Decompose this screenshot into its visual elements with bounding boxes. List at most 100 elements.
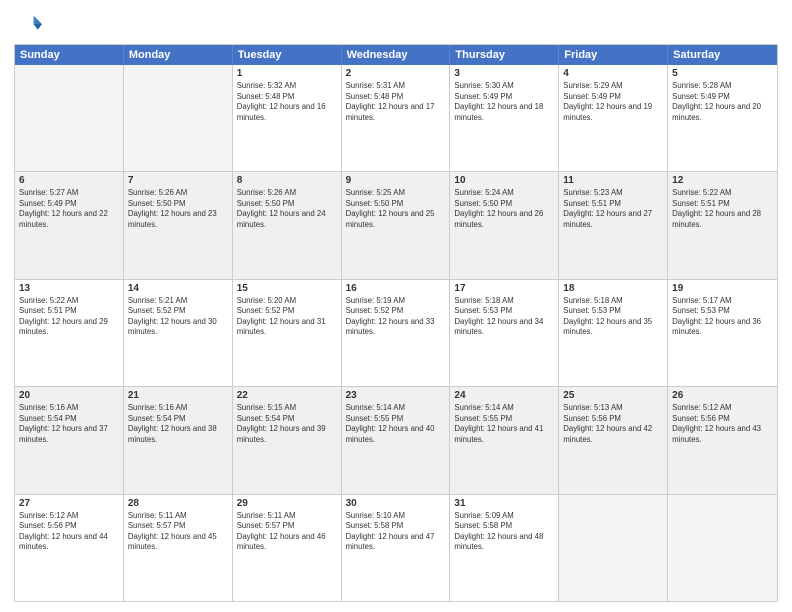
day-number: 23 <box>346 390 446 401</box>
cell-content: Sunrise: 5:10 AMSunset: 5:58 PMDaylight:… <box>346 511 446 553</box>
calendar-cell: 31 Sunrise: 5:09 AMSunset: 5:58 PMDayligh… <box>450 495 559 601</box>
calendar-cell: 14 Sunrise: 5:21 AMSunset: 5:52 PMDayligh… <box>124 280 233 386</box>
calendar-cell: 11 Sunrise: 5:23 AMSunset: 5:51 PMDayligh… <box>559 172 668 278</box>
calendar-cell <box>124 65 233 171</box>
calendar-row: 1 Sunrise: 5:32 AMSunset: 5:48 PMDaylight… <box>15 65 777 171</box>
day-number: 29 <box>237 498 337 509</box>
day-number: 27 <box>19 498 119 509</box>
calendar-cell <box>668 495 777 601</box>
day-number: 3 <box>454 68 554 79</box>
calendar-cell: 25Sunrise: 5:13 AMSunset: 5:56 PMDayligh… <box>559 387 668 493</box>
calendar-cell <box>559 495 668 601</box>
calendar-cell: 29 Sunrise: 5:11 AMSunset: 5:57 PMDayligh… <box>233 495 342 601</box>
day-number: 30 <box>346 498 446 509</box>
cell-content: Sunrise: 5:24 AMSunset: 5:50 PMDaylight:… <box>454 188 554 230</box>
calendar-cell: 26 Sunrise: 5:12 AMSunset: 5:56 PMDayligh… <box>668 387 777 493</box>
weekday-header: Friday <box>559 45 668 65</box>
cell-content: Sunrise: 5:19 AMSunset: 5:52 PMDaylight:… <box>346 296 446 338</box>
cell-content: Sunrise: 5:14 AMSunset: 5:55 PMDaylight:… <box>454 403 554 445</box>
day-number: 26 <box>672 390 773 401</box>
cell-content: Sunrise: 5:23 AMSunset: 5:51 PMDaylight:… <box>563 188 663 230</box>
cell-content: Sunrise: 5:17 AMSunset: 5:53 PMDaylight:… <box>672 296 773 338</box>
day-number: 6 <box>19 175 119 186</box>
cell-content: Sunrise: 5:25 AMSunset: 5:50 PMDaylight:… <box>346 188 446 230</box>
cell-content: Sunrise: 5:26 AMSunset: 5:50 PMDaylight:… <box>128 188 228 230</box>
day-number: 11 <box>563 175 663 186</box>
cell-content: Sunrise: 5:20 AMSunset: 5:52 PMDaylight:… <box>237 296 337 338</box>
weekday-header: Tuesday <box>233 45 342 65</box>
calendar-cell: 9 Sunrise: 5:25 AMSunset: 5:50 PMDaylight… <box>342 172 451 278</box>
day-number: 2 <box>346 68 446 79</box>
calendar-cell: 3 Sunrise: 5:30 AMSunset: 5:49 PMDaylight… <box>450 65 559 171</box>
calendar-cell: 4 Sunrise: 5:29 AMSunset: 5:49 PMDaylight… <box>559 65 668 171</box>
day-number: 14 <box>128 283 228 294</box>
day-number: 5 <box>672 68 773 79</box>
calendar-row: 27 Sunrise: 5:12 AMSunset: 5:56 PMDayligh… <box>15 494 777 601</box>
day-number: 18 <box>563 283 663 294</box>
calendar-cell: 8 Sunrise: 5:26 AMSunset: 5:50 PMDaylight… <box>233 172 342 278</box>
day-number: 1 <box>237 68 337 79</box>
calendar-cell: 2 Sunrise: 5:31 AMSunset: 5:48 PMDaylight… <box>342 65 451 171</box>
day-number: 9 <box>346 175 446 186</box>
cell-content: Sunrise: 5:22 AMSunset: 5:51 PMDaylight:… <box>672 188 773 230</box>
day-number: 24 <box>454 390 554 401</box>
logo <box>14 10 46 38</box>
cell-content: Sunrise: 5:18 AMSunset: 5:53 PMDaylight:… <box>454 296 554 338</box>
calendar-cell: 15 Sunrise: 5:20 AMSunset: 5:52 PMDayligh… <box>233 280 342 386</box>
calendar-cell <box>15 65 124 171</box>
cell-content: Sunrise: 5:16 AMSunset: 5:54 PMDaylight:… <box>128 403 228 445</box>
day-number: 19 <box>672 283 773 294</box>
calendar-cell: 10Sunrise: 5:24 AMSunset: 5:50 PMDayligh… <box>450 172 559 278</box>
calendar-cell: 20 Sunrise: 5:16 AMSunset: 5:54 PMDayligh… <box>15 387 124 493</box>
calendar-cell: 16 Sunrise: 5:19 AMSunset: 5:52 PMDayligh… <box>342 280 451 386</box>
cell-content: Sunrise: 5:15 AMSunset: 5:54 PMDaylight:… <box>237 403 337 445</box>
calendar-row: 6 Sunrise: 5:27 AMSunset: 5:49 PMDaylight… <box>15 171 777 278</box>
day-number: 31 <box>454 498 554 509</box>
cell-content: Sunrise: 5:22 AMSunset: 5:51 PMDaylight:… <box>19 296 119 338</box>
calendar-cell: 30 Sunrise: 5:10 AMSunset: 5:58 PMDayligh… <box>342 495 451 601</box>
cell-content: Sunrise: 5:31 AMSunset: 5:48 PMDaylight:… <box>346 81 446 123</box>
page: SundayMondayTuesdayWednesdayThursdayFrid… <box>0 0 792 612</box>
logo-icon <box>14 10 42 38</box>
cell-content: Sunrise: 5:21 AMSunset: 5:52 PMDaylight:… <box>128 296 228 338</box>
cell-content: Sunrise: 5:16 AMSunset: 5:54 PMDaylight:… <box>19 403 119 445</box>
calendar-cell: 7 Sunrise: 5:26 AMSunset: 5:50 PMDaylight… <box>124 172 233 278</box>
cell-content: Sunrise: 5:11 AMSunset: 5:57 PMDaylight:… <box>128 511 228 553</box>
cell-content: Sunrise: 5:13 AMSunset: 5:56 PMDaylight:… <box>563 403 663 445</box>
cell-content: Sunrise: 5:12 AMSunset: 5:56 PMDaylight:… <box>672 403 773 445</box>
calendar-cell: 1 Sunrise: 5:32 AMSunset: 5:48 PMDaylight… <box>233 65 342 171</box>
day-number: 22 <box>237 390 337 401</box>
calendar-row: 13 Sunrise: 5:22 AMSunset: 5:51 PMDayligh… <box>15 279 777 386</box>
cell-content: Sunrise: 5:32 AMSunset: 5:48 PMDaylight:… <box>237 81 337 123</box>
day-number: 15 <box>237 283 337 294</box>
weekday-header: Wednesday <box>342 45 451 65</box>
day-number: 21 <box>128 390 228 401</box>
cell-content: Sunrise: 5:18 AMSunset: 5:53 PMDaylight:… <box>563 296 663 338</box>
calendar-cell: 18 Sunrise: 5:18 AMSunset: 5:53 PMDayligh… <box>559 280 668 386</box>
day-number: 17 <box>454 283 554 294</box>
weekday-header: Thursday <box>450 45 559 65</box>
cell-content: Sunrise: 5:26 AMSunset: 5:50 PMDaylight:… <box>237 188 337 230</box>
day-number: 4 <box>563 68 663 79</box>
day-number: 28 <box>128 498 228 509</box>
calendar-cell: 28 Sunrise: 5:11 AMSunset: 5:57 PMDayligh… <box>124 495 233 601</box>
cell-content: Sunrise: 5:09 AMSunset: 5:58 PMDaylight:… <box>454 511 554 553</box>
cell-content: Sunrise: 5:11 AMSunset: 5:57 PMDaylight:… <box>237 511 337 553</box>
cell-content: Sunrise: 5:27 AMSunset: 5:49 PMDaylight:… <box>19 188 119 230</box>
day-number: 7 <box>128 175 228 186</box>
cell-content: Sunrise: 5:12 AMSunset: 5:56 PMDaylight:… <box>19 511 119 553</box>
day-number: 20 <box>19 390 119 401</box>
cell-content: Sunrise: 5:30 AMSunset: 5:49 PMDaylight:… <box>454 81 554 123</box>
weekday-header: Saturday <box>668 45 777 65</box>
calendar-cell: 12 Sunrise: 5:22 AMSunset: 5:51 PMDayligh… <box>668 172 777 278</box>
day-number: 12 <box>672 175 773 186</box>
calendar-cell: 21 Sunrise: 5:16 AMSunset: 5:54 PMDayligh… <box>124 387 233 493</box>
day-number: 16 <box>346 283 446 294</box>
day-number: 13 <box>19 283 119 294</box>
cell-content: Sunrise: 5:29 AMSunset: 5:49 PMDaylight:… <box>563 81 663 123</box>
cell-content: Sunrise: 5:28 AMSunset: 5:49 PMDaylight:… <box>672 81 773 123</box>
calendar-cell: 24 Sunrise: 5:14 AMSunset: 5:55 PMDayligh… <box>450 387 559 493</box>
calendar-cell: 17 Sunrise: 5:18 AMSunset: 5:53 PMDayligh… <box>450 280 559 386</box>
weekday-header: Monday <box>124 45 233 65</box>
day-number: 8 <box>237 175 337 186</box>
